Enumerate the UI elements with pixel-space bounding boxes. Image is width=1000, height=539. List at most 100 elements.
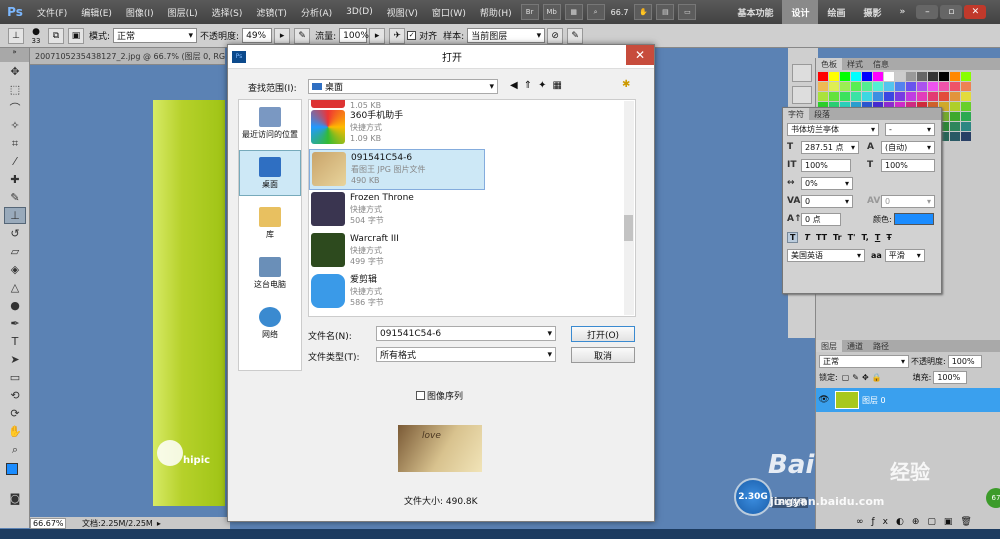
stamp-tool-icon[interactable]: ⊥ xyxy=(8,27,24,44)
color-swatch[interactable] xyxy=(895,82,905,91)
color-swatch[interactable] xyxy=(829,92,839,101)
tools-collapse-icon[interactable]: » xyxy=(0,48,29,62)
workspace-essentials[interactable]: 基本功能 xyxy=(728,0,782,24)
filename-input[interactable]: 091541C54-6 ▾ xyxy=(376,326,556,341)
workspace-design[interactable]: 设计 xyxy=(782,0,819,24)
adjustments-panel-icon[interactable] xyxy=(792,86,812,104)
place-computer[interactable]: 这台电脑 xyxy=(239,250,301,296)
color-swatch[interactable] xyxy=(961,72,971,81)
color-swatches[interactable] xyxy=(4,461,25,487)
list-item[interactable]: 1.05 KB xyxy=(309,100,635,110)
filetype-select[interactable]: 所有格式 ▾ xyxy=(376,347,556,362)
color-swatch[interactable] xyxy=(950,102,960,111)
color-swatch[interactable] xyxy=(884,92,894,101)
layer-footer-icons[interactable]: ∞ƒx◐⊕▢▣🗑 xyxy=(856,517,980,527)
clone-source-icon[interactable]: ⧉ xyxy=(48,27,64,44)
hand-icon[interactable]: ✋ xyxy=(634,4,653,20)
dialog-nav-icons[interactable]: ◀⇑✦▦ xyxy=(510,80,568,91)
color-swatch[interactable] xyxy=(829,72,839,81)
horizontal-scale-input[interactable]: 100% xyxy=(881,158,935,172)
healing-brush-tool-icon[interactable]: ✚ xyxy=(4,171,26,188)
color-swatch[interactable] xyxy=(950,132,960,141)
color-swatch[interactable] xyxy=(906,92,916,101)
color-swatch[interactable] xyxy=(961,102,971,111)
sample-select[interactable]: 当前图层 ▾ xyxy=(467,28,546,43)
color-swatch[interactable] xyxy=(895,72,905,81)
shape-tool-icon[interactable]: ▭ xyxy=(4,369,26,386)
place-library[interactable]: 库 xyxy=(239,200,301,246)
color-swatch[interactable] xyxy=(950,82,960,91)
color-swatch[interactable] xyxy=(862,82,872,91)
hand-tool-icon[interactable]: ✋ xyxy=(4,423,26,440)
subscript-button[interactable]: T, xyxy=(861,233,868,242)
image-sequence-option[interactable]: 图像序列 xyxy=(416,389,463,402)
font-style-select[interactable]: - ▾ xyxy=(885,122,935,136)
list-item[interactable]: 爱剪辑 快捷方式 586 字节 xyxy=(309,272,635,313)
pressure-size-icon[interactable]: ✎ xyxy=(567,27,584,44)
visibility-eye-icon[interactable]: 👁 xyxy=(816,395,832,405)
bridge-icon[interactable]: Br xyxy=(520,4,539,20)
opacity-slider-icon[interactable]: ▸ xyxy=(274,27,291,44)
workspace-more-icon[interactable]: » xyxy=(891,0,915,24)
maximize-icon[interactable]: ▫ xyxy=(940,5,963,19)
color-swatch[interactable] xyxy=(873,82,883,91)
kerning-input[interactable]: 0 ▾ xyxy=(801,194,853,208)
color-swatch[interactable] xyxy=(884,72,894,81)
eyedropper-tool-icon[interactable]: ⁄ xyxy=(4,153,26,170)
menu-file[interactable]: 文件(F) xyxy=(30,6,74,19)
zoom-field[interactable]: 66.67% xyxy=(30,517,66,529)
lookin-select[interactable]: 桌面 ▾ xyxy=(308,79,498,94)
brush-preset-picker[interactable]: ● 33 xyxy=(28,25,44,47)
tab-character[interactable]: 字符 xyxy=(783,108,809,120)
menu-select[interactable]: 选择(S) xyxy=(205,6,250,19)
language-select[interactable]: 美国英语 ▾ xyxy=(787,248,865,262)
color-swatch[interactable] xyxy=(917,72,927,81)
color-swatch[interactable] xyxy=(917,92,927,101)
crop-tool-icon[interactable]: ⌗ xyxy=(4,135,26,152)
menu-image[interactable]: 图像(I) xyxy=(119,6,161,19)
all-caps-button[interactable]: TT xyxy=(816,233,827,242)
baseline-kern-input[interactable]: 0 ▾ xyxy=(881,194,935,208)
mode-select[interactable]: 正常 ▾ xyxy=(113,28,198,43)
zoom-tool-icon[interactable]: ⌕ xyxy=(4,441,26,458)
color-swatch[interactable] xyxy=(950,72,960,81)
strikethrough-button[interactable]: Ŧ xyxy=(886,233,891,242)
color-swatch[interactable] xyxy=(840,82,850,91)
airbrush-icon[interactable]: ✈ xyxy=(389,27,406,44)
tab-channels[interactable]: 通道 xyxy=(842,340,868,352)
lasso-tool-icon[interactable]: ⌒ xyxy=(4,99,26,116)
color-swatch[interactable] xyxy=(862,92,872,101)
color-swatch[interactable] xyxy=(939,72,949,81)
color-swatch[interactable] xyxy=(961,82,971,91)
menu-help[interactable]: 帮助(H) xyxy=(473,6,519,19)
menu-layer[interactable]: 图层(L) xyxy=(161,6,205,19)
clone-stamp-tool-icon[interactable]: ⊥ xyxy=(4,207,26,224)
new-folder-icon[interactable]: ✱ xyxy=(622,79,630,90)
tab-paragraph[interactable]: 段落 xyxy=(809,108,835,120)
color-swatch[interactable] xyxy=(961,132,971,141)
layer-opacity-input[interactable]: 100% xyxy=(947,355,982,368)
move-tool-icon[interactable]: ✥ xyxy=(4,63,26,80)
marquee-tool-icon[interactable]: ⬚ xyxy=(4,81,26,98)
file-list-scrollbar[interactable] xyxy=(624,101,634,315)
canvas-image[interactable]: hipic xyxy=(153,100,225,506)
flow-slider-icon[interactable]: ▸ xyxy=(369,27,386,44)
brush-tool-icon[interactable]: ✎ xyxy=(4,189,26,206)
small-caps-button[interactable]: Tr xyxy=(833,233,842,242)
menu-window[interactable]: 窗口(W) xyxy=(425,6,473,19)
color-swatch[interactable] xyxy=(917,82,927,91)
color-swatch[interactable] xyxy=(851,82,861,91)
tab-layers[interactable]: 图层 xyxy=(816,340,842,352)
open-button[interactable]: 打开(O) xyxy=(571,326,635,342)
vertical-scale-input[interactable]: 100% xyxy=(801,158,851,172)
pressure-opacity-icon[interactable]: ✎ xyxy=(294,27,311,44)
baseline-shift-input[interactable]: 0 点 xyxy=(801,212,841,226)
list-item[interactable]: 360手机助手 快捷方式 1.09 KB xyxy=(309,108,635,149)
type-tool-icon[interactable]: T xyxy=(4,333,26,350)
flow-input[interactable]: 100% xyxy=(339,28,369,43)
screen-mode-icon[interactable]: ▭ xyxy=(678,4,697,20)
eraser-tool-icon[interactable]: ▱ xyxy=(4,243,26,260)
color-swatch[interactable] xyxy=(906,82,916,91)
font-family-select[interactable]: 书体坊兰亭体 ▾ xyxy=(787,122,879,136)
color-swatch[interactable] xyxy=(950,122,960,131)
